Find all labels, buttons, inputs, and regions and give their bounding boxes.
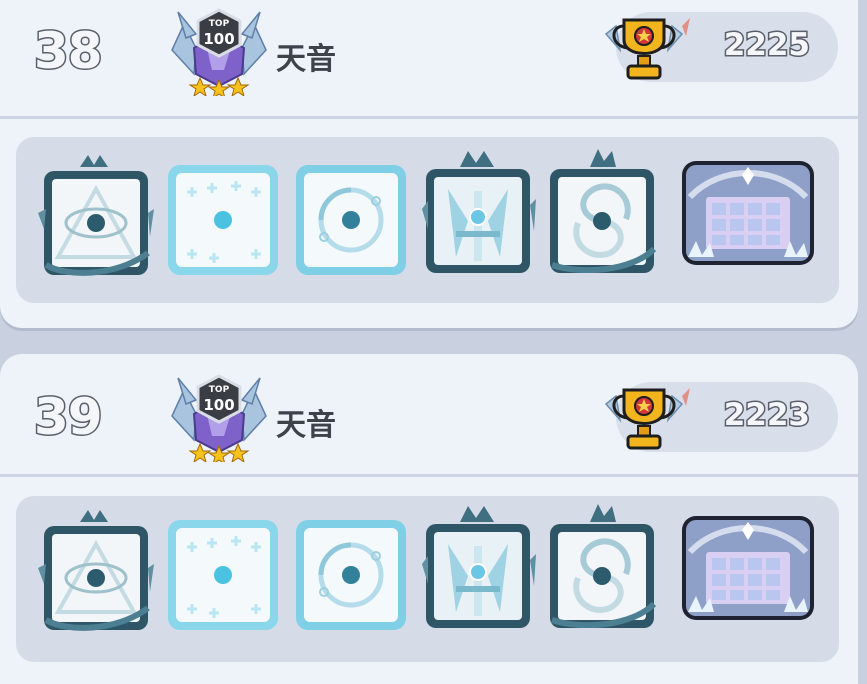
vortex-dice-icon[interactable]: [542, 149, 660, 273]
entry-header: 39 TOP 100 天音 2223: [0, 354, 858, 472]
trophy-score: 2223: [722, 396, 811, 435]
badge-top-text: TOP: [209, 19, 230, 29]
badge-number-text: 100: [203, 30, 234, 48]
top100-badge-icon: TOP 100: [164, 370, 274, 466]
leaderboard-entry[interactable]: 39 TOP 100 天音 2223: [0, 354, 858, 684]
deck-tray: [16, 496, 839, 662]
crystal-board-icon[interactable]: [680, 157, 816, 269]
top100-badge-icon: TOP 100: [164, 4, 274, 100]
vortex-dice-icon[interactable]: [542, 504, 660, 628]
eye-dice-icon[interactable]: [36, 508, 154, 632]
rank-number: 38: [33, 21, 105, 82]
rank-number: 39: [33, 387, 105, 448]
plus-dice-icon[interactable]: [164, 508, 282, 632]
orbit-dice-icon[interactable]: [292, 153, 410, 277]
sword-dice-icon[interactable]: [418, 149, 536, 273]
plus-dice-icon[interactable]: [164, 153, 282, 277]
trophy-icon: [598, 376, 690, 458]
deck-tray: [16, 137, 839, 303]
crystal-board-icon[interactable]: [680, 512, 816, 624]
trophy-score: 2225: [722, 26, 811, 65]
eye-dice-icon[interactable]: [36, 153, 154, 277]
badge-number-text: 100: [203, 396, 234, 414]
divider: [0, 116, 858, 119]
divider: [0, 474, 858, 477]
entry-header: 38 TOP 100 天音 2225: [0, 0, 858, 106]
leaderboard-entry[interactable]: 38 TOP 100 天音 2225: [0, 0, 858, 328]
badge-top-text: TOP: [209, 385, 230, 395]
sword-dice-icon[interactable]: [418, 504, 536, 628]
trophy-icon: [598, 6, 690, 88]
orbit-dice-icon[interactable]: [292, 508, 410, 632]
player-name: 天音: [276, 42, 336, 77]
player-name: 天音: [276, 408, 336, 443]
